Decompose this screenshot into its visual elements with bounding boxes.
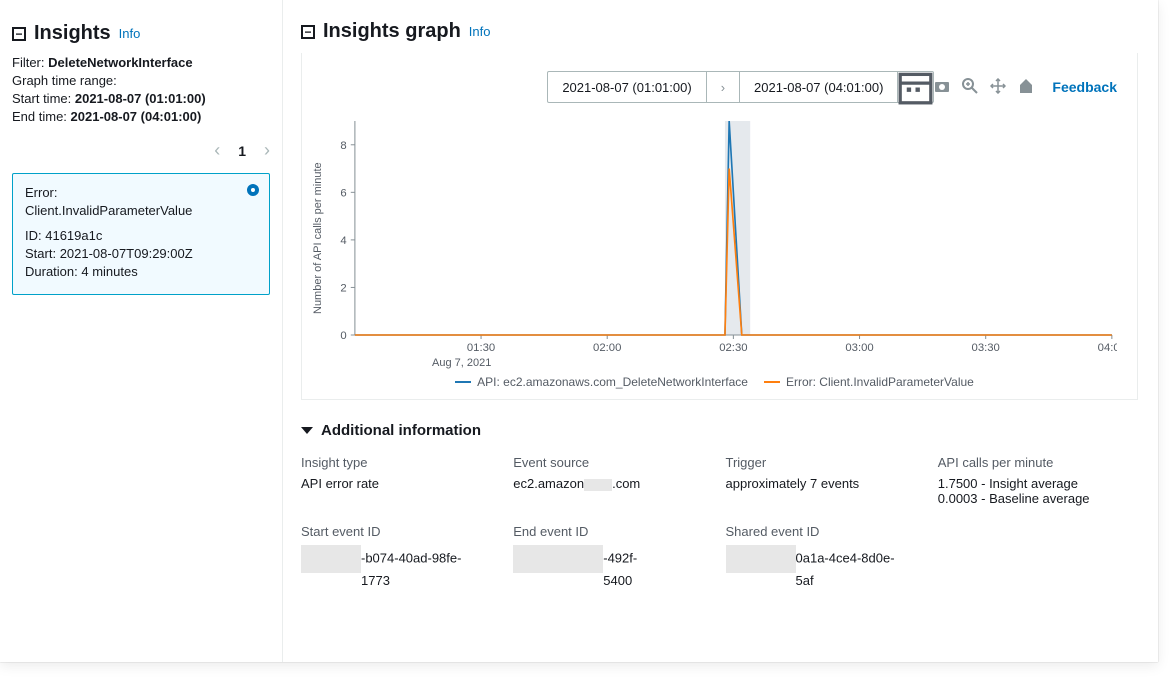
pagination: ‹ 1 › xyxy=(12,140,270,161)
collapse-icon[interactable] xyxy=(301,25,315,39)
time-range-picker[interactable]: 2021-08-07 (01:01:00) › 2021-08-07 (04:0… xyxy=(547,71,934,103)
svg-text:4: 4 xyxy=(340,235,346,247)
legend-item[interactable]: Error: Client.InvalidParameterValue xyxy=(764,375,974,389)
svg-text:0: 0 xyxy=(340,330,346,342)
cell-start-event-id: Start event ID -b074-40ad-98fe- 1773 xyxy=(301,524,501,589)
svg-text:04:00: 04:00 xyxy=(1098,342,1117,354)
sidebar-title: Insights xyxy=(34,22,111,45)
cell-event-source: Event source ec2.amazon.com xyxy=(513,455,713,506)
collapse-icon[interactable] xyxy=(12,27,26,41)
selected-indicator-icon xyxy=(247,184,259,196)
home-icon[interactable] xyxy=(1018,78,1034,97)
svg-text:02:30: 02:30 xyxy=(719,342,747,354)
line-chart[interactable]: 0 2 4 6 8 01:30 02:00 02:30 03:00 03:30 04:00 xyxy=(324,113,1117,363)
time-end[interactable]: 2021-08-07 (04:01:00) xyxy=(740,72,897,102)
chevron-right-icon: › xyxy=(706,72,740,102)
svg-text:03:30: 03:30 xyxy=(972,342,1000,354)
camera-icon[interactable] xyxy=(934,78,950,97)
y-axis-label: Number of API calls per minute xyxy=(312,113,324,363)
insight-error-label: Error: xyxy=(25,185,58,200)
additional-information: Additional information Insight type API … xyxy=(301,422,1138,589)
sidebar-info-link[interactable]: Info xyxy=(119,26,141,41)
cell-api-calls: API calls per minute 1.7500 - Insight av… xyxy=(938,455,1138,506)
trigger-link[interactable]: approximately 7 events xyxy=(726,476,926,491)
zoom-icon[interactable] xyxy=(962,78,978,97)
caret-down-icon[interactable] xyxy=(301,427,313,434)
insight-duration: Duration: 4 minutes xyxy=(25,264,257,279)
chart-legend: API: ec2.amazonaws.com_DeleteNetworkInte… xyxy=(312,375,1117,389)
main-panel: Insights graph Info 2021-08-07 (01:01:00… xyxy=(283,0,1158,662)
cell-insight-type: Insight type API error rate xyxy=(301,455,501,506)
cell-trigger: Trigger approximately 7 events xyxy=(726,455,926,506)
insight-start: Start: 2021-08-07T09:29:00Z xyxy=(25,246,257,261)
cell-shared-event-id: Shared event ID 0a1a-4ce4-8d0e- 5af xyxy=(726,524,926,589)
graph-title: Insights graph xyxy=(323,20,461,43)
start-line: Start time: 2021-08-07 (01:01:00) xyxy=(12,91,278,106)
graph-info-link[interactable]: Info xyxy=(469,24,491,39)
svg-text:6: 6 xyxy=(340,187,346,199)
svg-text:8: 8 xyxy=(340,140,346,152)
svg-text:01:30: 01:30 xyxy=(467,342,495,354)
insights-sidebar: Insights Info Filter: DeleteNetworkInter… xyxy=(0,0,283,662)
cell-end-event-id: End event ID -492f- 5400 xyxy=(513,524,713,589)
range-line: Graph time range: xyxy=(12,73,278,88)
legend-item[interactable]: API: ec2.amazonaws.com_DeleteNetworkInte… xyxy=(455,375,748,389)
pan-icon[interactable] xyxy=(990,78,1006,97)
calendar-icon[interactable] xyxy=(897,72,933,102)
filter-line: Filter: DeleteNetworkInterface xyxy=(12,55,278,70)
svg-text:2: 2 xyxy=(340,283,346,295)
end-line: End time: 2021-08-07 (04:01:00) xyxy=(12,109,278,124)
insight-error-name: Client.InvalidParameterValue xyxy=(25,203,192,218)
event-source-link[interactable]: ec2.amazon.com xyxy=(513,476,713,491)
chevron-right-icon[interactable]: › xyxy=(264,140,270,161)
insight-id: ID: 41619a1c xyxy=(25,228,257,243)
svg-text:03:00: 03:00 xyxy=(845,342,873,354)
pagination-current: 1 xyxy=(238,143,246,159)
additional-heading: Additional information xyxy=(321,422,481,439)
time-start[interactable]: 2021-08-07 (01:01:00) xyxy=(548,72,705,102)
svg-text:02:00: 02:00 xyxy=(593,342,621,354)
chevron-left-icon[interactable]: ‹ xyxy=(214,140,220,161)
feedback-link[interactable]: Feedback xyxy=(1052,79,1117,95)
insight-card[interactable]: Error: Client.InvalidParameterValue ID: … xyxy=(12,173,270,295)
